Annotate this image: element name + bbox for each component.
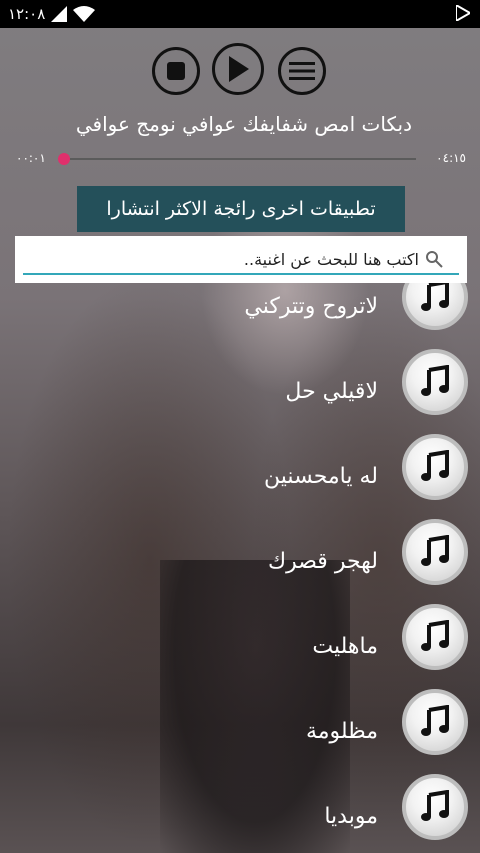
search-box	[15, 236, 467, 283]
music-note-icon[interactable]	[402, 349, 468, 415]
wifi-icon	[73, 6, 96, 22]
clock: ١٢:٠٨	[8, 5, 46, 23]
duration-time: ٠٤:١٥	[436, 151, 466, 165]
list-item[interactable]: له يامحسنين	[0, 433, 480, 523]
list-item[interactable]: لهجر قصرك	[0, 518, 480, 608]
seek-thumb[interactable]	[58, 153, 70, 165]
menu-icon	[289, 62, 315, 80]
elapsed-time: ٠٠:٠١	[16, 151, 46, 165]
music-note-icon[interactable]	[402, 774, 468, 840]
stop-button[interactable]	[152, 47, 200, 95]
song-title-label: موبديا	[324, 804, 378, 829]
song-title-label: لهجر قصرك	[267, 549, 378, 574]
play-button[interactable]	[212, 43, 264, 95]
stop-icon	[167, 62, 185, 80]
search-icon	[426, 251, 443, 268]
list-item[interactable]: ماهليت	[0, 603, 480, 693]
song-title-label: ماهليت	[312, 634, 378, 659]
song-list: لاتروح وتتركني لاقيلي حل له يامحسنين لهجر ق…	[0, 283, 480, 853]
other-apps-button[interactable]: تطبيقات اخرى رائجة الاكثر انتشارا	[77, 186, 405, 232]
list-item[interactable]: لاتروح وتتركني	[0, 283, 480, 353]
list-item[interactable]: لاقيلي حل	[0, 348, 480, 438]
song-title: دبكات امص شفايفك عوافي نومج عوافي	[75, 112, 412, 136]
list-item[interactable]: موبديا	[0, 773, 480, 853]
song-title-label: لاتروح وتتركني	[244, 294, 378, 319]
seek-bar[interactable]	[64, 158, 416, 160]
other-apps-label: تطبيقات اخرى رائجة الاكثر انتشارا	[106, 198, 376, 220]
playlist-menu-button[interactable]	[278, 47, 326, 95]
music-note-icon[interactable]	[402, 689, 468, 755]
song-title-label: له يامحسنين	[264, 464, 378, 489]
music-note-icon[interactable]	[402, 519, 468, 585]
song-title-label: مظلومة	[305, 719, 378, 744]
music-note-icon[interactable]	[402, 283, 468, 330]
music-note-icon[interactable]	[402, 604, 468, 670]
signal-icon	[51, 6, 68, 22]
search-underline	[23, 273, 459, 275]
search-input[interactable]	[23, 246, 419, 272]
song-title-label: لاقيلي حل	[285, 379, 378, 404]
player-controls	[152, 43, 332, 99]
status-bar: ١٢:٠٨	[0, 0, 480, 28]
play-store-icon	[456, 5, 470, 21]
music-note-icon[interactable]	[402, 434, 468, 500]
list-item[interactable]: مظلومة	[0, 688, 480, 778]
play-icon	[229, 56, 249, 82]
